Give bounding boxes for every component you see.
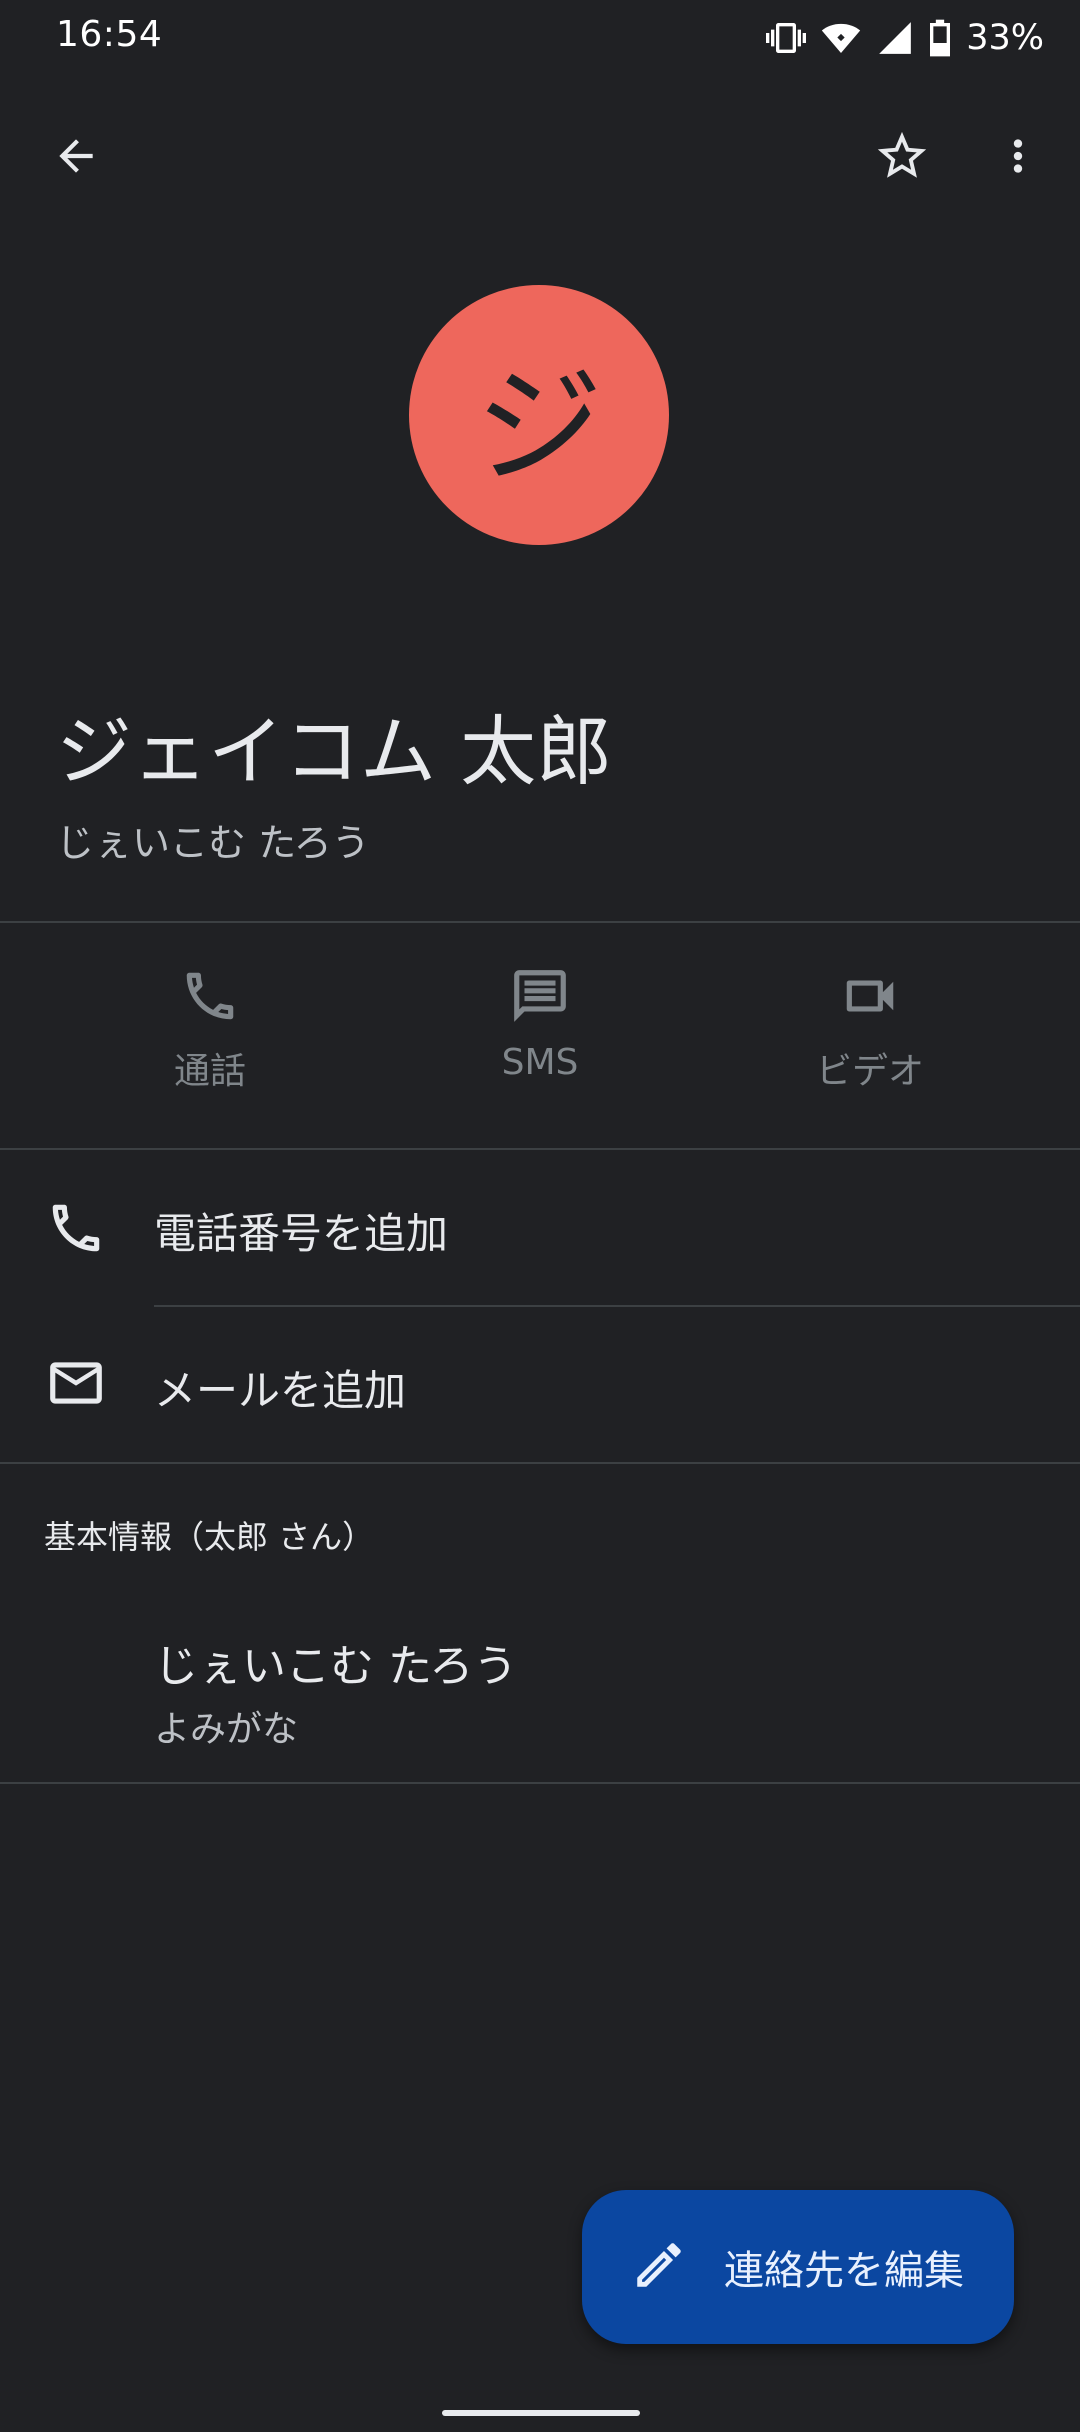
wifi-icon (820, 18, 862, 58)
back-button[interactable] (28, 110, 124, 206)
battery-icon (928, 18, 952, 58)
arrow-back-icon (51, 131, 101, 185)
avatar[interactable]: ジ (409, 285, 669, 545)
sms-action-label: SMS (501, 1042, 579, 1083)
add-phone-row[interactable]: 電話番号を追加 (0, 1150, 1080, 1306)
vibrate-icon (766, 18, 807, 58)
signal-icon (876, 18, 914, 58)
star-outline-icon (873, 127, 931, 189)
mail-icon (40, 1347, 112, 1419)
favorite-button[interactable] (854, 110, 950, 206)
add-phone-label: 電話番号を追加 (154, 1209, 449, 1258)
add-email-row[interactable]: メールを追加 (0, 1307, 1080, 1463)
more-vert-icon (993, 131, 1043, 185)
divider (0, 1782, 1080, 1784)
status-bar: 16:54 33% (0, 0, 1080, 76)
edit-contact-button[interactable]: 連絡先を編集 (582, 2190, 1014, 2344)
gesture-nav-bar[interactable] (442, 2410, 640, 2416)
phonetic-name-label: よみがな (154, 1709, 299, 1750)
videocam-icon (839, 960, 901, 1032)
status-time: 16:54 (56, 14, 163, 55)
call-action[interactable]: 通話 (70, 960, 350, 1100)
phonetic-name-value: じぇいこむ たろう (154, 1641, 518, 1692)
call-action-label: 通話 (173, 1051, 246, 1092)
about-section-title: 基本情報（太郎 さん） (44, 1518, 375, 1556)
avatar-initial: ジ (474, 352, 603, 502)
more-options-button[interactable] (970, 110, 1066, 206)
status-icons: 33% (766, 14, 1044, 62)
battery-percent: 33% (966, 18, 1044, 58)
edit-pencil-icon (630, 2236, 688, 2298)
edit-contact-label: 連絡先を編集 (724, 2248, 964, 2294)
video-action[interactable]: ビデオ (730, 960, 1010, 1100)
phone-icon (40, 1192, 112, 1264)
add-email-label: メールを追加 (154, 1366, 407, 1415)
sms-action[interactable]: SMS (400, 960, 680, 1100)
contact-name: ジェイコム 太郎 (56, 707, 613, 796)
phone-icon (179, 960, 241, 1032)
divider (0, 921, 1080, 923)
divider (0, 1462, 1080, 1464)
message-icon (509, 960, 571, 1032)
contact-name-reading: じぇいこむ たろう (56, 821, 370, 865)
video-action-label: ビデオ (815, 1051, 924, 1092)
